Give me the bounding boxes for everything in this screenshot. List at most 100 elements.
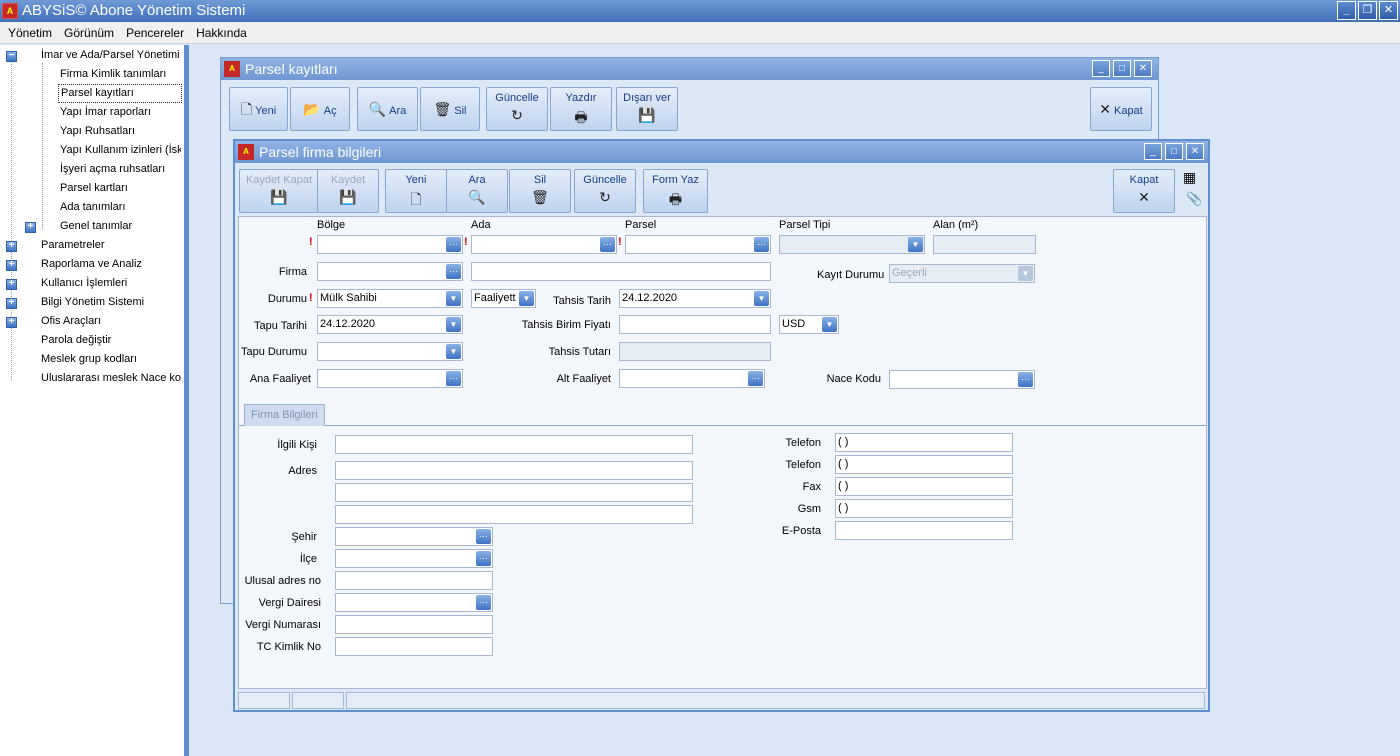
kapat-button[interactable]: ✕ Kapat: [1090, 87, 1152, 131]
sehir-input[interactable]: …: [335, 527, 493, 546]
ana-faaliyet-input[interactable]: …: [317, 369, 463, 388]
expand-icon[interactable]: +: [6, 241, 17, 252]
firma-code-input[interactable]: …: [317, 262, 463, 281]
tree-item-parsel-kayitlari[interactable]: Parsel kayıtları: [58, 84, 182, 103]
expand-icon[interactable]: +: [25, 222, 36, 233]
eposta-input[interactable]: [835, 521, 1013, 540]
close-icon[interactable]: ✕: [1134, 60, 1152, 77]
tapu-durumu-select[interactable]: ▼: [317, 342, 463, 361]
telefon-2-input[interactable]: ( ): [835, 455, 1013, 474]
adres-line-1[interactable]: [335, 461, 693, 480]
attachment-icon[interactable]: 📎: [1186, 191, 1202, 207]
tahsis-birim-input[interactable]: [619, 315, 771, 334]
tree-item-yapi-ruhsat[interactable]: Yapı Ruhsatları: [60, 122, 135, 141]
ilce-input[interactable]: …: [335, 549, 493, 568]
alan-input[interactable]: [933, 235, 1036, 254]
tree-item-firma-kimlik[interactable]: Firma Kimlik tanımları: [60, 65, 166, 84]
tahsis-tutari-input[interactable]: [619, 342, 771, 361]
guncelle-button[interactable]: Güncelle ↻: [486, 87, 548, 131]
tree-item-meslek[interactable]: Meslek grup kodları: [41, 350, 137, 369]
tree-item-nace[interactable]: Uluslararası meslek Nace kodl: [41, 369, 181, 388]
yeni-button[interactable]: 🗋 Yeni: [229, 87, 288, 131]
chevron-down-icon[interactable]: ▼: [446, 291, 461, 306]
tree-item-raporlama[interactable]: Raporlama ve Analiz: [41, 255, 142, 274]
menu-yonetim[interactable]: Yönetim: [2, 22, 58, 43]
parsel-input[interactable]: …: [625, 235, 771, 254]
ellipsis-icon[interactable]: …: [1018, 372, 1033, 387]
vergi-dairesi-input[interactable]: …: [335, 593, 493, 612]
menu-hakkinda[interactable]: Hakkında: [190, 22, 253, 43]
maximize-icon[interactable]: □: [1113, 60, 1131, 77]
ara-button[interactable]: Ara 🔍: [446, 169, 508, 213]
alt-faaliyet-input[interactable]: …: [619, 369, 765, 388]
firma-name-input[interactable]: [471, 262, 771, 281]
ellipsis-icon[interactable]: …: [446, 237, 461, 252]
adres-line-3[interactable]: [335, 505, 693, 524]
expand-icon[interactable]: +: [6, 279, 17, 290]
tree-item-yapi-kullanim[interactable]: Yapı Kullanım izinleri (İska: [60, 141, 181, 160]
durumu-select[interactable]: Mülk Sahibi ▼: [317, 289, 463, 308]
yeni-button[interactable]: Yeni 🗋: [385, 169, 447, 213]
telefon-1-input[interactable]: ( ): [835, 433, 1013, 452]
maximize-icon[interactable]: □: [1165, 143, 1183, 160]
expand-icon[interactable]: +: [6, 298, 17, 309]
ellipsis-icon[interactable]: …: [600, 237, 615, 252]
tree-item-parametreler[interactable]: Parametreler: [41, 236, 105, 255]
yazdir-button[interactable]: Yazdır 🖶: [550, 87, 612, 131]
tree-item-imar[interactable]: İmar ve Ada/Parsel Yönetimi: [41, 46, 180, 65]
vergi-numarasi-input[interactable]: [335, 615, 493, 634]
sil-button[interactable]: Sil 🗑: [509, 169, 571, 213]
tree-item-ofis[interactable]: Ofis Araçları: [41, 312, 101, 331]
ellipsis-icon[interactable]: …: [446, 264, 461, 279]
grid-icon[interactable]: ▦: [1183, 169, 1196, 186]
expand-icon[interactable]: +: [6, 260, 17, 271]
disari-ver-button[interactable]: Dışarı ver 💾: [616, 87, 678, 131]
faaliyet-select[interactable]: Faaliyett ▼: [471, 289, 536, 308]
tree-item-ada[interactable]: Ada tanımları: [60, 198, 125, 217]
collapse-icon[interactable]: −: [6, 51, 17, 62]
ilgili-kisi-input[interactable]: [335, 435, 693, 454]
sil-button[interactable]: 🗑 Sil: [420, 87, 480, 131]
tree-item-kullanici[interactable]: Kullanıcı İşlemleri: [41, 274, 127, 293]
parsel-tipi-select[interactable]: ▼: [779, 235, 925, 254]
chevron-down-icon[interactable]: ▼: [822, 317, 837, 332]
tree-item-bilgi[interactable]: Bilgi Yönetim Sistemi: [41, 293, 144, 312]
restore-icon[interactable]: ❐: [1358, 1, 1377, 20]
chevron-down-icon[interactable]: ▼: [446, 344, 461, 359]
chevron-down-icon[interactable]: ▼: [908, 237, 923, 252]
ellipsis-icon[interactable]: …: [476, 529, 491, 544]
kapat-button[interactable]: Kapat ✕: [1113, 169, 1175, 213]
tc-kimlik-input[interactable]: [335, 637, 493, 656]
menu-gorunum[interactable]: Görünüm: [58, 22, 120, 43]
ellipsis-icon[interactable]: …: [754, 237, 769, 252]
nace-kodu-input[interactable]: …: [889, 370, 1035, 389]
tree-item-isyeri[interactable]: İşyeri açma ruhsatları: [60, 160, 165, 179]
chevron-down-icon[interactable]: ▼: [1018, 266, 1033, 281]
tree-item-genel[interactable]: Genel tanımlar: [60, 217, 132, 236]
gsm-input[interactable]: ( ): [835, 499, 1013, 518]
ellipsis-icon[interactable]: …: [446, 371, 461, 386]
minimize-icon[interactable]: _: [1144, 143, 1162, 160]
fax-input[interactable]: ( ): [835, 477, 1013, 496]
minimize-icon[interactable]: _: [1092, 60, 1110, 77]
guncelle-button[interactable]: Güncelle ↻: [574, 169, 636, 213]
chevron-down-icon[interactable]: ▼: [519, 291, 534, 306]
kayit-durumu-select[interactable]: Geçerli ▼: [889, 264, 1035, 283]
adres-line-2[interactable]: [335, 483, 693, 502]
chevron-down-icon[interactable]: ▼: [754, 291, 769, 306]
tahsis-tarih-input[interactable]: 24.12.2020 ▼: [619, 289, 771, 308]
chevron-down-icon[interactable]: ▼: [446, 317, 461, 332]
close-icon[interactable]: ✕: [1379, 1, 1398, 20]
menu-pencereler[interactable]: Pencereler: [120, 22, 190, 43]
kaydet-kapat-button[interactable]: Kaydet Kapat 💾: [239, 169, 319, 213]
ellipsis-icon[interactable]: …: [476, 595, 491, 610]
minimize-icon[interactable]: _: [1337, 1, 1356, 20]
tree-item-yapi-imar[interactable]: Yapı İmar raporları: [60, 103, 151, 122]
tab-firma-bilgileri[interactable]: Firma Bilgileri: [244, 404, 325, 426]
ac-button[interactable]: 📂 Aç: [290, 87, 350, 131]
kaydet-button[interactable]: Kaydet 💾: [317, 169, 379, 213]
expand-icon[interactable]: +: [6, 317, 17, 328]
tree-item-parsel-kart[interactable]: Parsel kartları: [60, 179, 128, 198]
ara-button[interactable]: 🔍 Ara: [357, 87, 418, 131]
tree-item-parola[interactable]: Parola değiştir: [41, 331, 111, 350]
